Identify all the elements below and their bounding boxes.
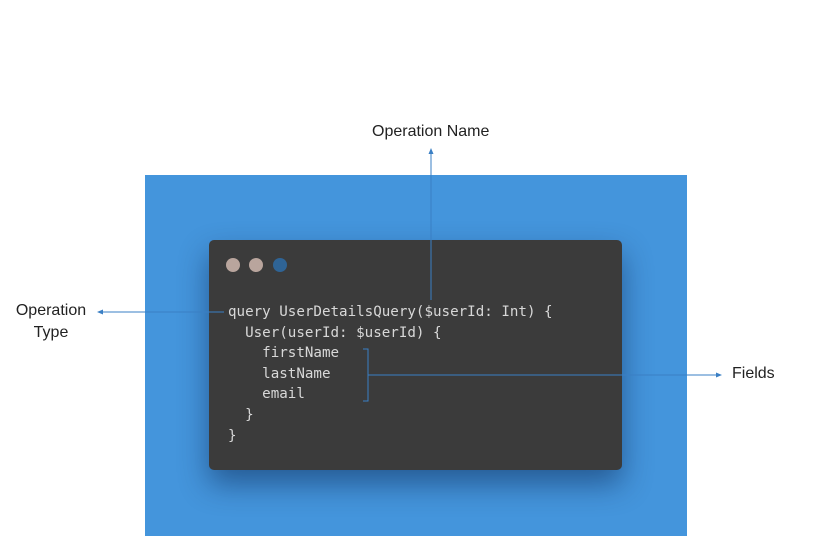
operation-name-arrowhead	[428, 148, 434, 154]
operation-type-label-line1: Operation	[15, 302, 87, 319]
annotation-lines	[97, 148, 722, 402]
operation-type-label: Operation Type	[10, 300, 92, 344]
fields-arrowhead	[716, 372, 722, 378]
fields-bracket	[363, 348, 369, 402]
operation-type-arrowhead	[97, 309, 103, 315]
fields-label: Fields	[732, 365, 775, 382]
operation-type-label-line2: Type	[33, 324, 69, 341]
operation-name-label: Operation Name	[372, 123, 490, 140]
